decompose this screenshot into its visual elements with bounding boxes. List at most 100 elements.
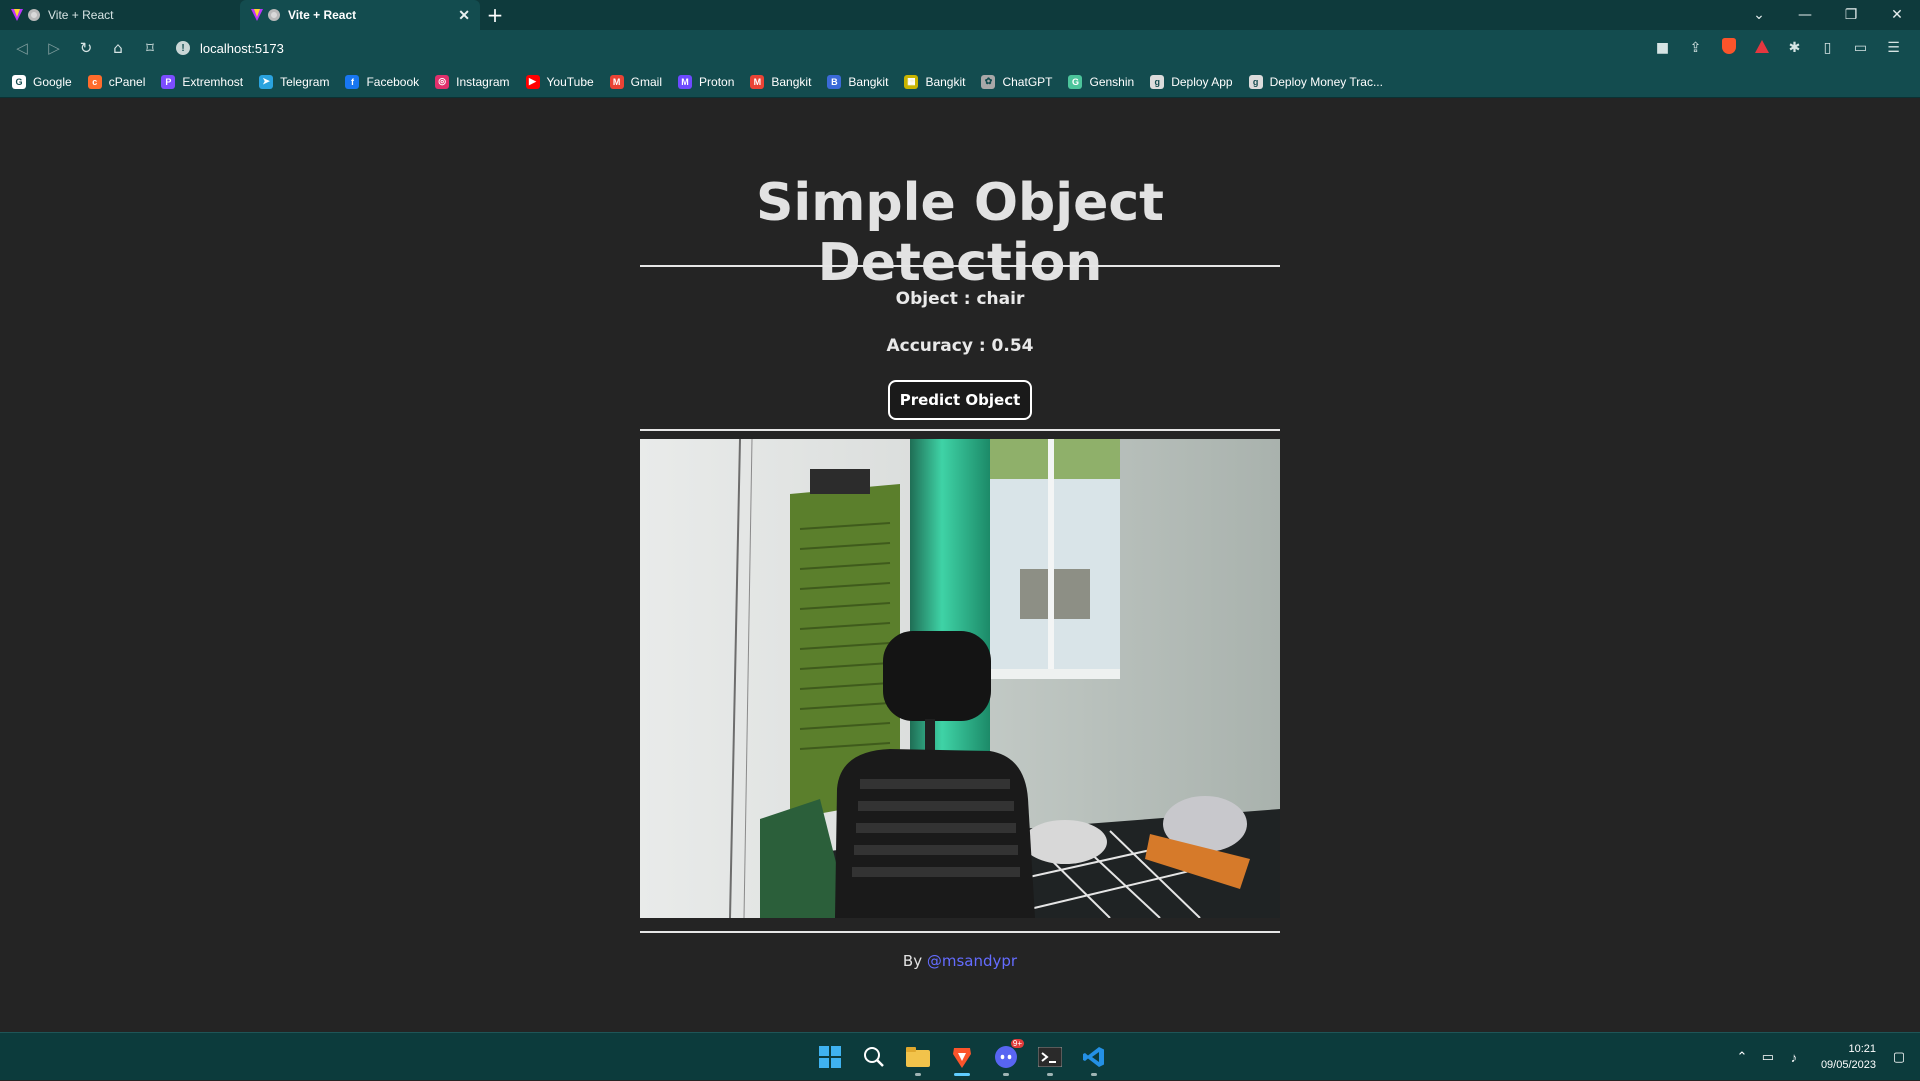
bookmark-label: Facebook — [366, 74, 420, 89]
share-icon[interactable]: ⇪ — [1679, 40, 1712, 56]
bookmark-item[interactable]: ✿ ChatGPT — [981, 74, 1053, 89]
gmail-icon: M — [609, 74, 624, 89]
back-icon[interactable]: ◁ — [6, 32, 38, 64]
bookmark-item[interactable]: M Bangkit — [750, 74, 811, 89]
tab-search-icon[interactable]: ⌄ — [1736, 7, 1782, 23]
proton-icon: M — [678, 74, 693, 89]
volume-icon[interactable]: ♪ — [1781, 1050, 1807, 1065]
bookmark-item[interactable]: ▦ Bangkit — [904, 74, 965, 89]
minimize-icon[interactable]: — — [1782, 7, 1828, 23]
clock-date: 09/05/2023 — [1820, 1059, 1876, 1071]
bookmark-item[interactable]: P Extremhost — [161, 74, 244, 89]
bookmark-icon[interactable]: ⌑ — [134, 32, 166, 64]
site-info-icon[interactable]: ! — [176, 41, 190, 55]
tab-vite-react-1[interactable]: Vite + React — [0, 0, 240, 30]
forward-icon[interactable]: ▷ — [38, 32, 70, 64]
bangkit-sheet-icon: ▦ — [904, 74, 919, 89]
bookmark-label: Deploy App — [1171, 74, 1233, 89]
file-explorer-icon[interactable] — [896, 1037, 940, 1077]
close-window-icon[interactable]: ✕ — [1874, 7, 1920, 23]
deploy-icon: g — [1248, 74, 1263, 89]
bookmark-label: Proton — [699, 74, 735, 89]
bookmark-item[interactable]: ◎ Instagram — [435, 74, 510, 89]
page-title: Simple Object Detection — [755, 173, 1165, 293]
record-icon — [268, 9, 280, 21]
bookmark-item[interactable]: G Genshin — [1068, 74, 1134, 89]
webcam-image — [640, 439, 1280, 918]
bookmark-item[interactable]: c cPanel — [87, 74, 146, 89]
bookmark-item[interactable]: M Proton — [678, 74, 735, 89]
home-icon[interactable]: ⌂ — [102, 32, 134, 64]
browser-toolbar: ◁ ▷ ↻ ⌂ ⌑ ! localhost:5173 ■ ⇪ ✱ ▯ ▭ ☰ — [0, 30, 1920, 66]
vscode-icon[interactable] — [1072, 1037, 1116, 1077]
bookmark-item[interactable]: ▶ YouTube — [525, 74, 594, 89]
search-icon[interactable] — [852, 1037, 896, 1077]
bookmark-item[interactable]: g Deploy App — [1150, 74, 1233, 89]
gmail-icon: M — [750, 74, 765, 89]
bookmark-label: Deploy Money Trac... — [1269, 74, 1383, 89]
youtube-icon: ▶ — [525, 74, 540, 89]
bookmark-label: Telegram — [280, 74, 330, 89]
object-result: Object : chair — [895, 289, 1025, 309]
address-text: localhost:5173 — [200, 40, 284, 56]
bookmark-label: Google — [33, 74, 72, 89]
cpanel-icon: c — [87, 74, 102, 89]
deploy-icon: g — [1150, 74, 1165, 89]
close-tab-icon[interactable]: ✕ — [458, 7, 470, 24]
active-indicator — [954, 1073, 970, 1076]
taskbar-apps: 9+ — [808, 1033, 1116, 1081]
address-bar[interactable]: ! localhost:5173 — [176, 41, 284, 56]
bookmark-item[interactable]: g Deploy Money Trac... — [1248, 74, 1383, 89]
discord-badge: 9+ — [1010, 1039, 1024, 1048]
brave-shields-icon[interactable] — [1712, 38, 1745, 58]
bookmark-item[interactable]: M Gmail — [609, 74, 662, 89]
divider — [640, 429, 1280, 431]
telegram-icon: ➤ — [259, 74, 274, 89]
browser-window: Vite + React Vite + React ✕ + ⌄ — ❐ ✕ ◁ … — [0, 0, 1920, 1080]
genshin-icon: G — [1068, 74, 1083, 89]
bangkit-icon: B — [827, 74, 842, 89]
reload-icon[interactable]: ↻ — [70, 32, 102, 64]
toolbar-right: ■ ⇪ ✱ ▯ ▭ ☰ — [1646, 30, 1910, 66]
predict-object-button[interactable]: Predict Object — [888, 380, 1032, 420]
author-link[interactable]: @msandypr — [927, 952, 1017, 970]
network-icon[interactable]: ▭ — [1755, 1049, 1781, 1065]
tab-strip: Vite + React Vite + React ✕ + ⌄ — ❐ ✕ — [0, 0, 1920, 30]
page-viewport: Simple Object Detection Object : chair A… — [0, 99, 1920, 1032]
bookmark-label: Instagram — [456, 74, 510, 89]
brave-rewards-icon[interactable] — [1745, 39, 1778, 57]
bookmark-label: Extremhost — [182, 74, 244, 89]
bookmark-item[interactable]: B Bangkit — [827, 74, 889, 89]
terminal-icon[interactable] — [1028, 1037, 1072, 1077]
sidebar-icon[interactable]: ▯ — [1811, 40, 1844, 56]
bookmark-item[interactable]: ➤ Telegram — [259, 74, 330, 89]
camera-icon[interactable]: ■ — [1646, 40, 1679, 56]
restore-icon[interactable]: ❐ — [1828, 7, 1874, 23]
running-indicator — [1003, 1073, 1009, 1076]
discord-icon[interactable]: 9+ — [984, 1037, 1028, 1077]
footer: By @msandypr — [640, 952, 1280, 970]
menu-icon[interactable]: ☰ — [1877, 40, 1910, 56]
tab-title: Vite + React — [288, 8, 357, 22]
bookmark-label: Bangkit — [848, 74, 889, 89]
google-icon: G — [12, 74, 26, 89]
extensions-icon[interactable]: ✱ — [1778, 40, 1811, 56]
clock-time: 10:21 — [1848, 1043, 1876, 1055]
tab-vite-react-2[interactable]: Vite + React ✕ — [240, 0, 480, 30]
notification-icon[interactable]: ▢ — [1886, 1049, 1912, 1065]
chevron-up-icon[interactable]: ⌃ — [1729, 1049, 1755, 1065]
new-tab-button[interactable]: + — [480, 0, 510, 30]
brave-browser-icon[interactable] — [940, 1037, 984, 1077]
start-icon[interactable] — [808, 1037, 852, 1077]
window-controls: ⌄ — ❐ ✕ — [1736, 0, 1920, 30]
bookmark-item[interactable]: G Google — [12, 74, 72, 89]
wallet-icon[interactable]: ▭ — [1844, 40, 1877, 56]
bookmark-label: cPanel — [108, 74, 146, 89]
running-indicator — [1091, 1073, 1097, 1076]
facebook-icon: f — [345, 74, 360, 89]
bookmark-item[interactable]: f Facebook — [345, 74, 420, 89]
bookmark-label: ChatGPT — [1002, 74, 1053, 89]
divider — [640, 265, 1280, 267]
clock[interactable]: 10:21 09/05/2023 — [1821, 1041, 1876, 1073]
bookmark-label: YouTube — [546, 74, 594, 89]
